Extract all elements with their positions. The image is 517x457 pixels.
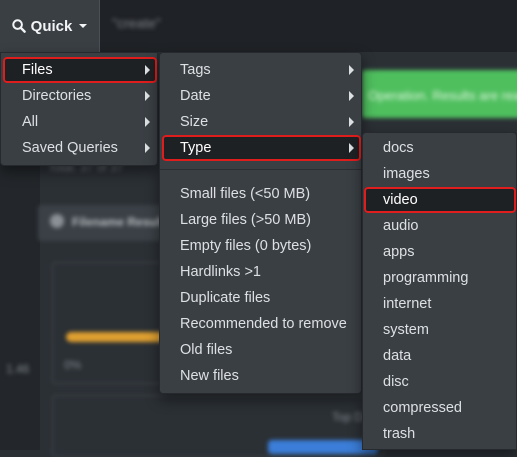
progress-label: 0% xyxy=(64,358,82,372)
menu-item-recommended-remove[interactable]: Recommended to remove xyxy=(162,311,361,337)
menu-item-label: Old files xyxy=(180,342,233,358)
menu-item-system[interactable]: system xyxy=(364,317,516,343)
search-icon xyxy=(11,19,26,33)
menu-item-files[interactable]: Files xyxy=(3,57,157,83)
menu-item-label: images xyxy=(383,166,430,182)
chevron-down-icon xyxy=(79,24,88,28)
menu-divider xyxy=(160,169,361,170)
menu-item-trash[interactable]: trash xyxy=(364,421,516,447)
menu-item-all[interactable]: All xyxy=(3,109,157,135)
chevron-right-icon xyxy=(145,143,150,153)
quick-menu-label: Quick xyxy=(30,17,73,35)
menu-item-data[interactable]: data xyxy=(364,343,516,369)
menu-item-tags[interactable]: Tags xyxy=(162,57,361,83)
menu-item-old-files[interactable]: Old files xyxy=(162,337,361,363)
quick-menu: Files Directories All Saved Queries xyxy=(0,52,158,166)
menu-item-images[interactable]: images xyxy=(364,161,516,187)
chevron-right-icon xyxy=(145,91,150,101)
menu-item-compressed[interactable]: compressed xyxy=(364,395,516,421)
menu-item-label: system xyxy=(383,322,429,338)
menu-item-duplicate-files[interactable]: Duplicate files xyxy=(162,285,361,311)
progress-bar xyxy=(66,332,166,342)
menu-item-internet[interactable]: internet xyxy=(364,291,516,317)
menu-item-saved-queries[interactable]: Saved Queries xyxy=(3,135,157,161)
menu-item-label: audio xyxy=(383,218,419,234)
rail-label: 1.46 xyxy=(6,362,30,376)
type-submenu: docs images video audio apps programming… xyxy=(362,132,517,450)
menu-item-label: Small files (<50 MB) xyxy=(180,186,311,202)
menu-item-label: internet xyxy=(383,296,432,312)
menu-item-label: Date xyxy=(180,88,211,104)
menu-item-apps[interactable]: apps xyxy=(364,239,516,265)
menu-item-label: Saved Queries xyxy=(22,140,118,156)
menu-item-label: programming xyxy=(383,270,469,286)
chevron-right-icon xyxy=(349,143,354,153)
chevron-right-icon xyxy=(349,91,354,101)
menu-item-disc[interactable]: disc xyxy=(364,369,516,395)
menu-item-docs[interactable]: docs xyxy=(364,135,516,161)
menu-item-label: compressed xyxy=(383,400,462,416)
menu-item-label: New files xyxy=(180,368,239,384)
menu-item-empty-files[interactable]: Empty files (0 bytes) xyxy=(162,233,361,259)
menu-item-label: Empty files (0 bytes) xyxy=(180,238,312,254)
menu-item-label: Duplicate files xyxy=(180,290,271,306)
menu-item-label: All xyxy=(22,114,39,130)
menu-item-small-files[interactable]: Small files (<50 MB) xyxy=(162,181,361,207)
menu-item-video[interactable]: video xyxy=(364,187,516,213)
menu-item-label: Files xyxy=(22,62,53,78)
menu-item-label: apps xyxy=(383,244,415,260)
menu-item-type[interactable]: Type xyxy=(162,135,361,161)
menu-item-label: data xyxy=(383,348,412,364)
menu-item-size[interactable]: Size xyxy=(162,109,361,135)
search-query-text: "create" xyxy=(112,15,161,31)
panel-icon xyxy=(50,214,64,228)
menu-item-label: Directories xyxy=(22,88,92,104)
menu-item-label: docs xyxy=(383,140,414,156)
menu-item-date[interactable]: Date xyxy=(162,83,361,109)
menu-item-label: Large files (>50 MB) xyxy=(180,212,311,228)
menu-item-large-files[interactable]: Large files (>50 MB) xyxy=(162,207,361,233)
menu-item-label: Hardlinks >1 xyxy=(180,264,261,280)
menu-item-hardlinks[interactable]: Hardlinks >1 xyxy=(162,259,361,285)
menu-item-label: trash xyxy=(383,426,416,442)
panel-title: Filename Results xyxy=(72,215,171,229)
files-submenu: Tags Date Size Type Small files (<50 MB)… xyxy=(159,52,362,394)
chevron-right-icon xyxy=(145,117,150,127)
menu-item-programming[interactable]: programming xyxy=(364,265,516,291)
chevron-right-icon xyxy=(349,117,354,127)
quick-menu-button[interactable]: Quick xyxy=(0,0,100,52)
menu-item-label: video xyxy=(383,192,418,208)
menu-item-label: Type xyxy=(180,140,212,156)
menu-item-label: Tags xyxy=(180,62,211,78)
menu-item-audio[interactable]: audio xyxy=(364,213,516,239)
menu-item-label: disc xyxy=(383,374,409,390)
menu-item-label: Size xyxy=(180,114,209,130)
menu-item-label: Recommended to remove xyxy=(180,316,347,332)
menu-item-new-files[interactable]: New files xyxy=(162,363,361,389)
chevron-right-icon xyxy=(349,65,354,75)
banner-text: Operation. Results are ready xyxy=(368,88,517,103)
menu-item-directories[interactable]: Directories xyxy=(3,83,157,109)
chevron-right-icon xyxy=(145,65,150,75)
